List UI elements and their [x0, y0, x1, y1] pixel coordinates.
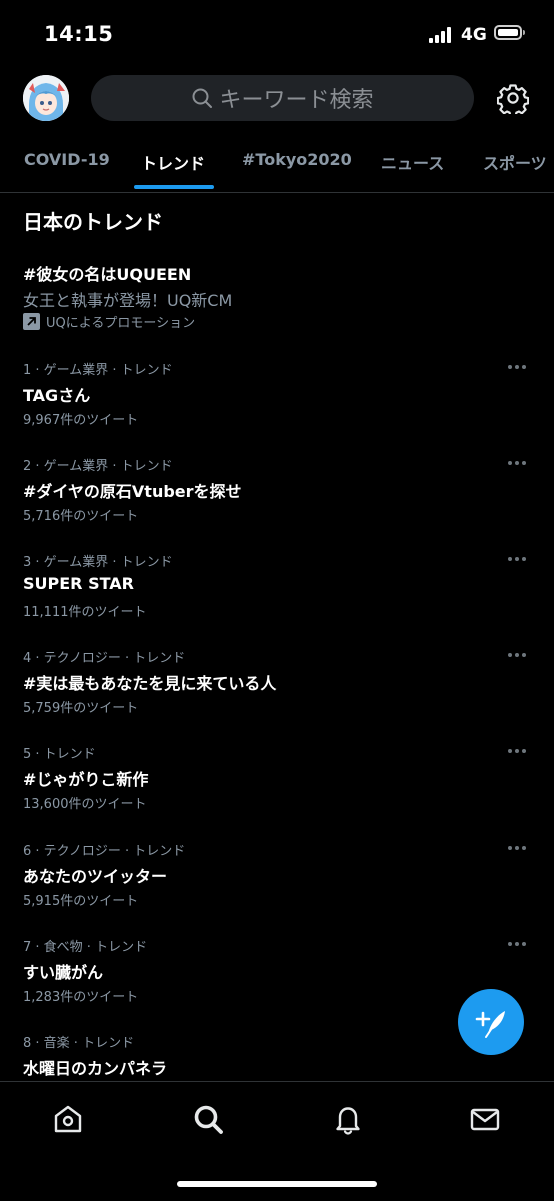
- home-icon[interactable]: [51, 1102, 85, 1136]
- trend-name[interactable]: すい臓がん: [23, 959, 103, 983]
- trend-item[interactable]: 1 · ゲーム業界 · トレンド TAGさん 9,967件のツイート: [0, 359, 554, 455]
- trend-name[interactable]: 水曜日のカンパネラ: [23, 1055, 167, 1079]
- trend-meta: 7 · 食べ物 · トレンド: [23, 940, 148, 955]
- trend-count: 5,716件のツイート: [23, 509, 139, 524]
- explore-tabs: COVID-19 トレンド #Tokyo2020 ニュース スポーツ: [0, 136, 554, 193]
- more-icon[interactable]: [508, 845, 530, 851]
- promoted-trend-description: 女王と執事が登場！UQ新CM: [23, 291, 233, 310]
- more-icon[interactable]: [508, 652, 530, 658]
- tab-trends[interactable]: トレンド: [141, 150, 205, 174]
- tab-tokyo2020[interactable]: #Tokyo2020: [242, 150, 352, 169]
- promoted-arrow-icon: [23, 312, 40, 330]
- section-title: 日本のトレンド: [23, 210, 163, 234]
- trend-item[interactable]: 6 · テクノロジー · トレンド あなたのツイッター 5,915件のツイート: [0, 840, 554, 936]
- trend-item[interactable]: 2 · ゲーム業界 · トレンド #ダイヤの原石Vtuberを探せ 5,716件…: [0, 455, 554, 551]
- trend-meta: 6 · テクノロジー · トレンド: [23, 844, 186, 859]
- trend-name[interactable]: #実は最もあなたを見に来ている人: [23, 670, 276, 694]
- promoted-trend-title[interactable]: #彼女の名はUQUEEN: [23, 261, 191, 285]
- tab-sports[interactable]: スポーツ: [483, 150, 547, 174]
- trend-item[interactable]: 3 · ゲーム業界 · トレンド SUPER STAR 11,111件のツイート: [0, 551, 554, 647]
- trend-count: 11,111件のツイート: [23, 605, 147, 620]
- search-icon: [192, 88, 213, 108]
- battery-icon: [494, 25, 525, 40]
- trend-count: 13,600件のツイート: [23, 797, 147, 812]
- status-bar: 14:15 4G: [0, 0, 554, 70]
- trend-name[interactable]: あなたのツイッター: [23, 863, 167, 887]
- trend-name[interactable]: #ダイヤの原石Vtuberを探せ: [23, 478, 242, 502]
- trend-count: 5,915件のツイート: [23, 894, 139, 909]
- trend-meta: 8 · 音楽 · トレンド: [23, 1036, 135, 1051]
- promoted-by: UQによるプロモーション: [46, 315, 196, 331]
- search-placeholder: キーワード検索: [219, 88, 374, 113]
- more-icon[interactable]: [508, 748, 530, 754]
- home-indicator: [177, 1181, 377, 1187]
- search-icon[interactable]: [191, 1102, 225, 1136]
- trend-meta: 1 · ゲーム業界 · トレンド: [23, 363, 173, 378]
- compose-button[interactable]: [458, 989, 524, 1055]
- trend-count: 5,759件のツイート: [23, 701, 139, 716]
- trend-name[interactable]: SUPER STAR: [23, 574, 134, 593]
- more-icon[interactable]: [508, 364, 530, 370]
- gear-icon[interactable]: [497, 82, 529, 114]
- trend-name[interactable]: TAGさん: [23, 382, 90, 406]
- trend-meta: 2 · ゲーム業界 · トレンド: [23, 459, 173, 474]
- trend-meta: 3 · ゲーム業界 · トレンド: [23, 555, 173, 570]
- more-icon[interactable]: [508, 460, 530, 466]
- compose-icon: [475, 1011, 505, 1038]
- status-time: 14:15: [44, 22, 114, 46]
- trend-meta: 5 · トレンド: [23, 747, 96, 762]
- more-icon[interactable]: [508, 941, 530, 947]
- trend-count: 9,967件のツイート: [23, 413, 139, 428]
- avatar[interactable]: [23, 75, 69, 121]
- trend-item[interactable]: 4 · テクノロジー · トレンド #実は最もあなたを見に来ている人 5,759…: [0, 647, 554, 743]
- mail-icon[interactable]: [468, 1102, 502, 1136]
- search-bar[interactable]: キーワード検索: [91, 75, 474, 121]
- more-icon[interactable]: [508, 556, 530, 562]
- network-type: 4G: [461, 25, 487, 45]
- tab-covid-19[interactable]: COVID-19: [24, 150, 110, 169]
- trend-name[interactable]: #じゃがりこ新作: [23, 766, 148, 790]
- promoted-label: UQによるプロモーション: [23, 312, 196, 331]
- tab-news[interactable]: ニュース: [381, 150, 444, 174]
- trend-meta: 4 · テクノロジー · トレンド: [23, 651, 186, 666]
- signal-icon: [429, 27, 455, 43]
- bell-icon[interactable]: [331, 1102, 365, 1136]
- trend-item[interactable]: 5 · トレンド #じゃがりこ新作 13,600件のツイート: [0, 743, 554, 839]
- active-tab-indicator: [134, 185, 214, 189]
- trend-count: 1,283件のツイート: [23, 990, 139, 1005]
